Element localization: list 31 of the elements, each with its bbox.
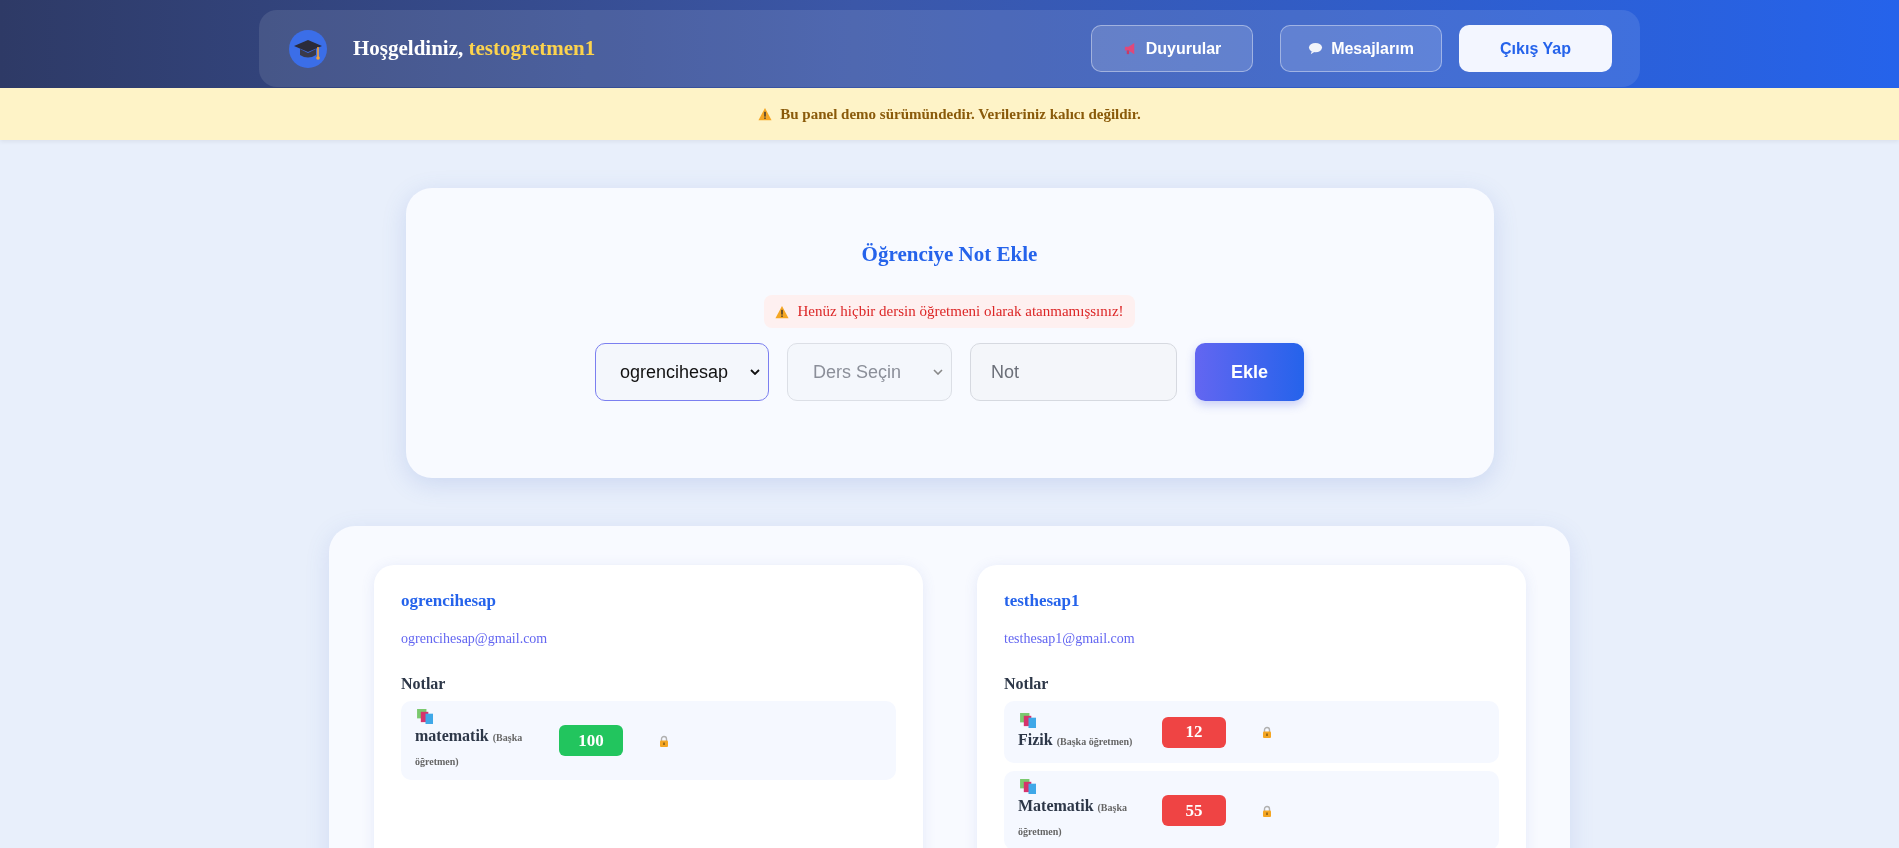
speech-bubble-icon [1308, 41, 1324, 56]
grade-input[interactable]: Not [970, 343, 1177, 401]
add-button[interactable]: Ekle [1195, 343, 1304, 401]
announcements-button[interactable]: Duyurular [1091, 25, 1253, 72]
notes-heading: Notlar [401, 675, 447, 693]
form-title: Öğrenciye Not Ekle [861, 242, 1038, 267]
welcome-text: Hoşgeldiniz, testogretmen1 [353, 36, 596, 61]
logout-button[interactable]: Çıkış Yap [1459, 25, 1612, 72]
graduation-cap-icon [289, 29, 327, 68]
student-email: testhesap1@gmail.com [1004, 631, 1136, 647]
demo-notice: Bu panel demo sürümündedir. Verileriniz kalıcı değildir. [780, 105, 1141, 123]
subject-label: Fizik (Başka öğretmen) [1018, 729, 1134, 750]
student-name: ogrencihesap [401, 591, 498, 611]
grade-badge: 12 [1162, 716, 1226, 748]
books-icon [1020, 712, 1037, 728]
grade-badge: 100 [559, 725, 623, 756]
warning-icon [775, 304, 790, 319]
student-email: ogrencihesap@gmail.com [401, 631, 549, 647]
books-icon [1020, 779, 1037, 794]
student-select[interactable]: ogrencihesap [595, 343, 769, 401]
grade-badge: 55 [1162, 795, 1226, 826]
subject-label: matematik (Başka öğretmen) [415, 726, 524, 769]
messages-button[interactable]: Mesajlarım [1280, 25, 1442, 72]
student-name: testhesap1 [1004, 591, 1081, 611]
warning-icon [758, 107, 773, 121]
alert-text: Henüz hiçbir dersin öğretmeni olarak atanmamışsınız! [797, 303, 1124, 320]
chevron-down-icon [750, 369, 760, 375]
notes-heading: Notlar [1004, 675, 1050, 693]
subject-label: Matematik (Başka öğretmen) [1018, 796, 1128, 839]
chevron-down-icon [933, 369, 943, 375]
books-icon [417, 709, 434, 724]
